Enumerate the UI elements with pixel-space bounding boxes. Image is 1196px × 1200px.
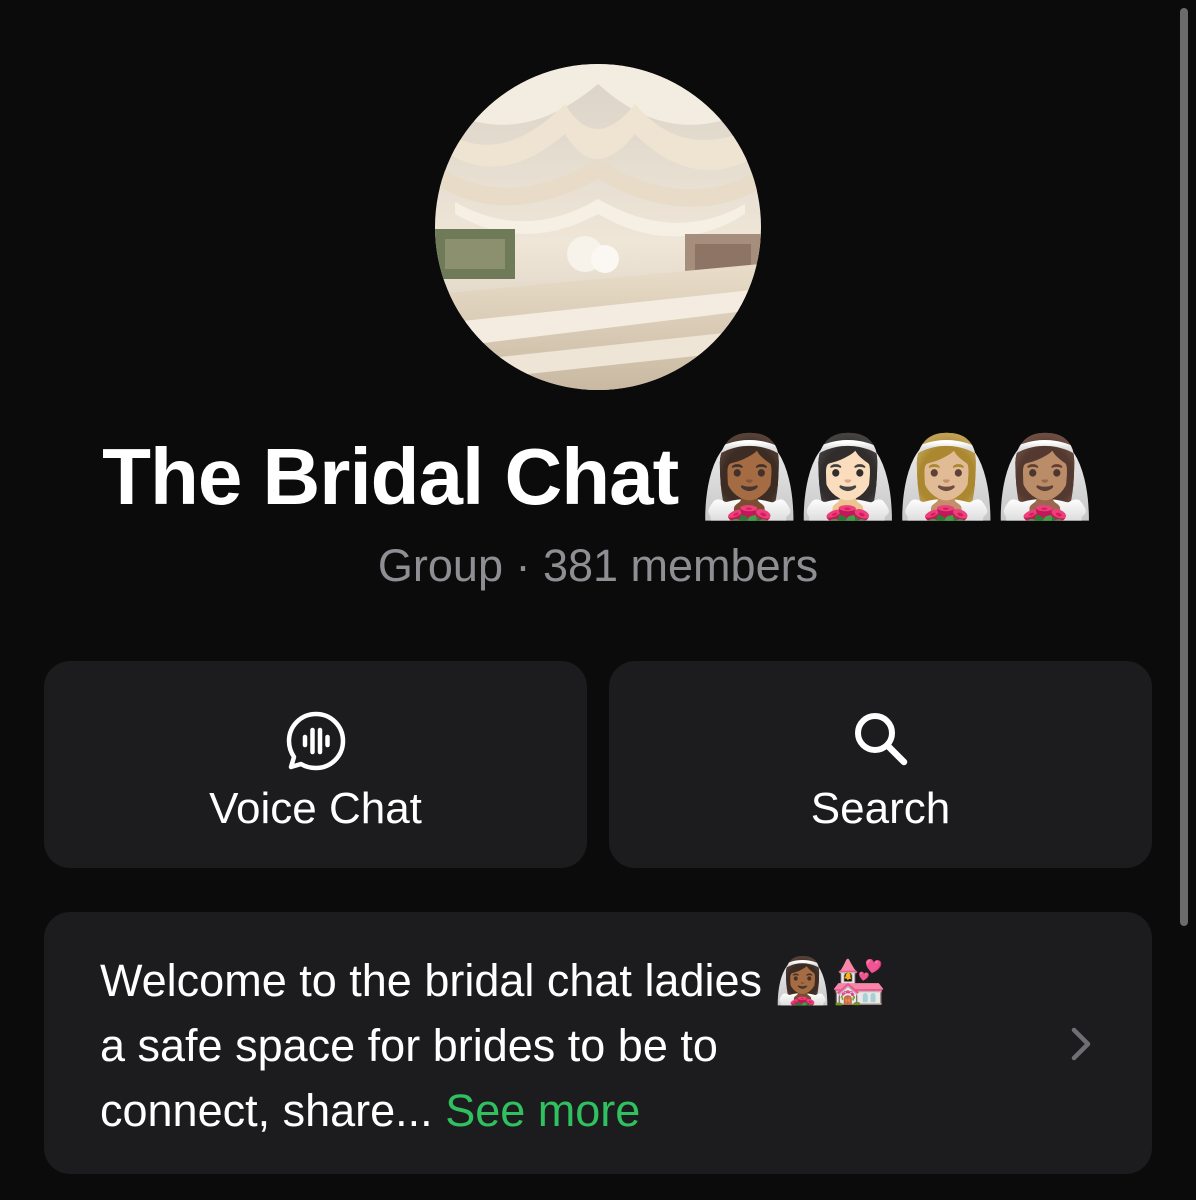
search-icon-wrap — [609, 708, 1152, 778]
search-button[interactable]: Search — [609, 661, 1152, 868]
voice-chat-icon — [286, 711, 345, 771]
voice-chat-icon-wrap — [44, 708, 587, 778]
search-label: Search — [810, 784, 951, 833]
group-subtitle: Group · 381 members — [377, 540, 819, 591]
see-more-link[interactable]: See more — [445, 1085, 640, 1136]
description-line-2: a safe space for brides to be to — [100, 1020, 718, 1071]
description-line-3: connect, share... See more — [100, 1078, 1060, 1143]
voice-chat-label: Voice Chat — [209, 784, 422, 833]
group-title: The Bridal Chat 👰🏾‍♀️👰🏻‍♀️👰🏼‍♀️👰🏽‍♀️ — [102, 432, 1095, 521]
description-card[interactable]: Welcome to the bridal chat ladies 👰🏾‍♀️💒… — [44, 912, 1152, 1174]
description-line-3-text: connect, share... — [100, 1085, 433, 1136]
group-avatar[interactable] — [435, 64, 761, 390]
voice-chat-button[interactable]: Voice Chat — [44, 661, 587, 868]
chevron-right-icon — [1071, 1027, 1091, 1061]
description-text: Welcome to the bridal chat ladies 👰🏾‍♀️💒… — [100, 948, 1060, 1143]
search-icon — [854, 713, 907, 766]
avatar-image — [435, 64, 761, 390]
description-line-1: Welcome to the bridal chat ladies 👰🏾‍♀️💒 — [100, 955, 887, 1006]
